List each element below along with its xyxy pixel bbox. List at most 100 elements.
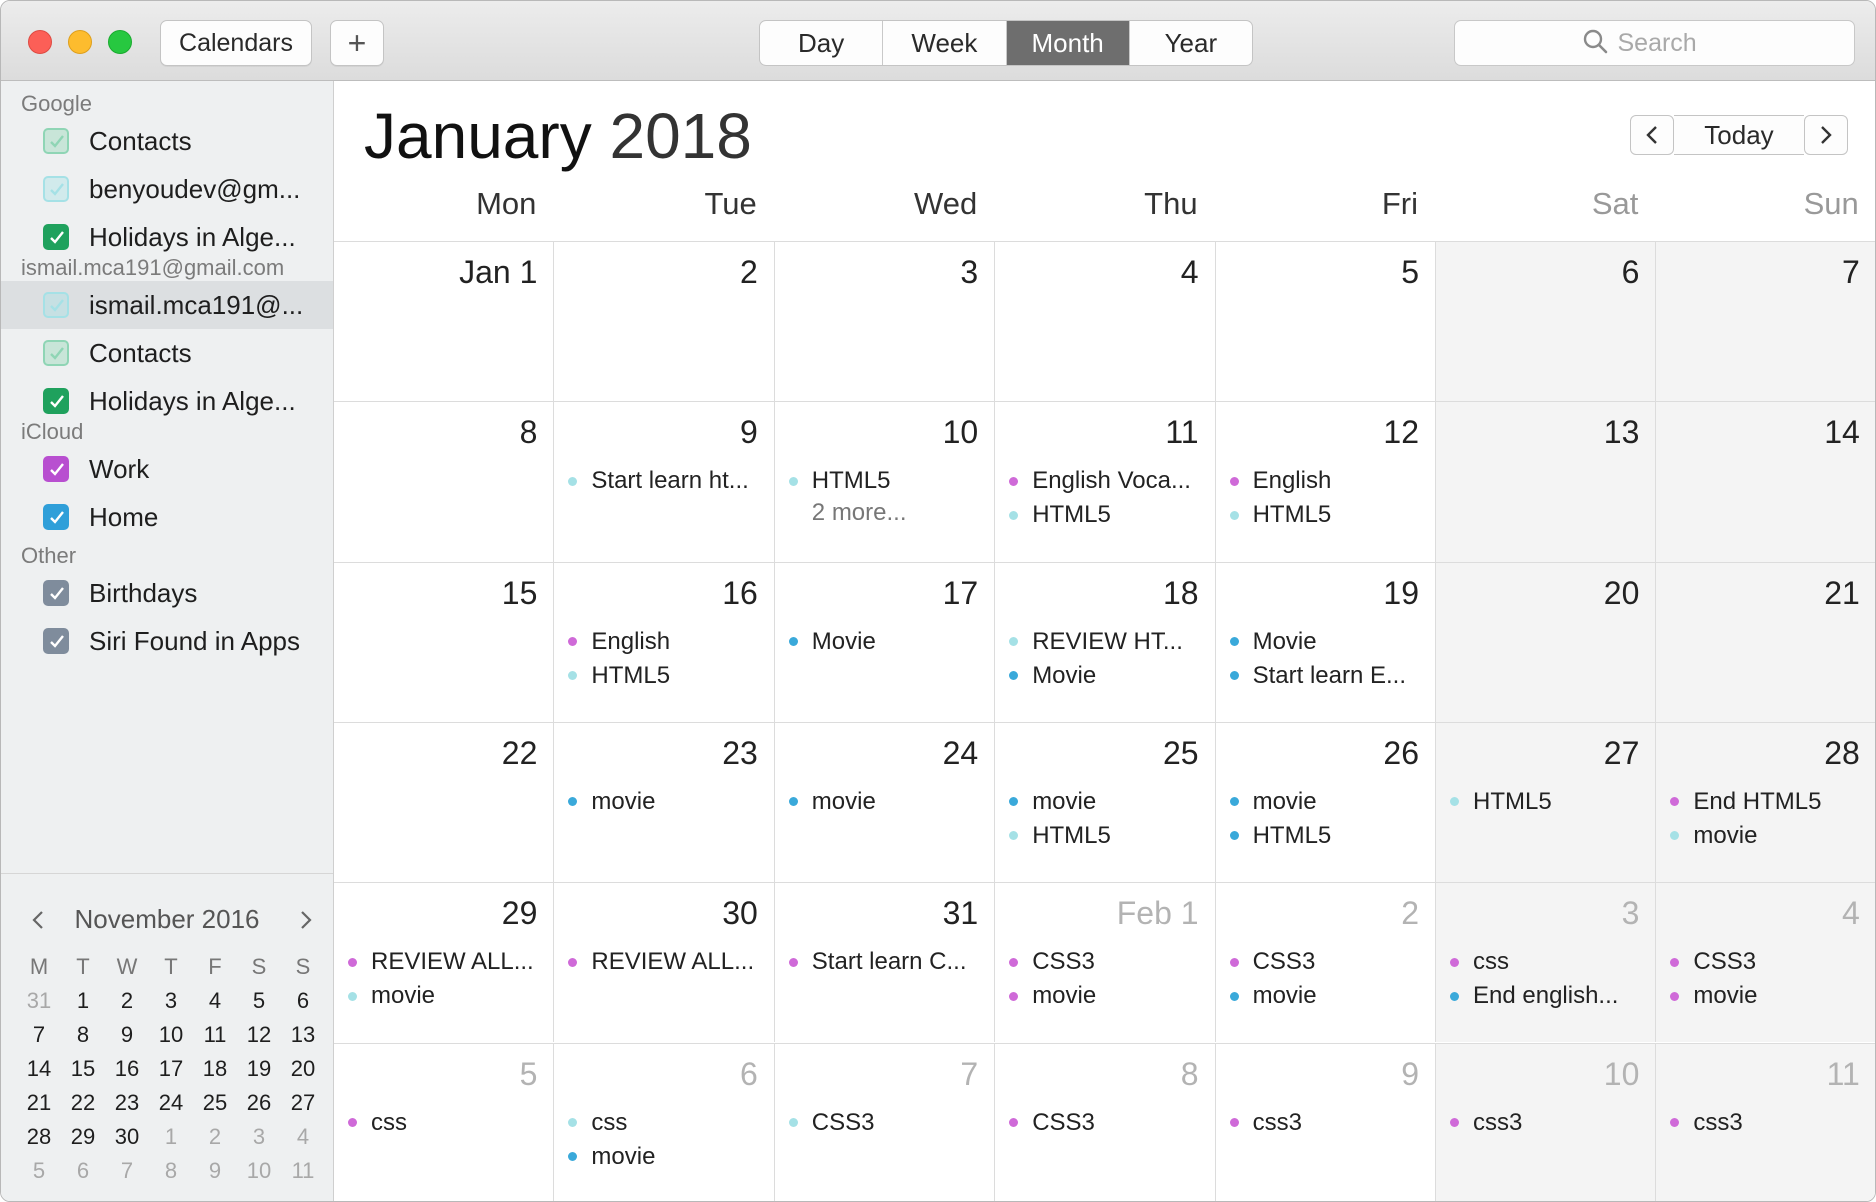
mini-calendar-day[interactable]: 8 [149, 1155, 193, 1187]
day-cell[interactable]: 7 CSS3 [774, 1042, 996, 1201]
day-cell[interactable]: 8 CSS3 [995, 1042, 1216, 1201]
next-month-button[interactable] [1804, 115, 1848, 155]
event-item[interactable]: Start learn ht... [564, 466, 765, 496]
day-cell[interactable]: 31 Start learn C... [774, 882, 996, 1043]
add-event-button[interactable]: + [330, 20, 384, 66]
day-cell[interactable]: 26 movie HTML5 [1215, 721, 1436, 883]
mini-calendar-day[interactable]: 25 [193, 1087, 237, 1119]
mini-calendar-day[interactable]: 16 [105, 1053, 149, 1085]
mini-calendar-day[interactable]: 19 [237, 1053, 281, 1085]
calendar-checkbox[interactable] [43, 456, 69, 482]
close-window-button[interactable] [28, 30, 52, 54]
day-cell[interactable]: 10 css3 [1436, 1042, 1657, 1201]
day-cell[interactable]: 2 [554, 241, 775, 402]
event-item[interactable]: movie [1226, 981, 1427, 1011]
calendar-checkbox[interactable] [43, 504, 69, 530]
mini-calendar-day[interactable]: 9 [193, 1155, 237, 1187]
mini-calendar-day[interactable]: 22 [61, 1087, 105, 1119]
today-button[interactable]: Today [1674, 115, 1804, 155]
calendar-item-work[interactable]: Work [1, 445, 333, 493]
minimize-window-button[interactable] [68, 30, 92, 54]
day-cell[interactable]: 6 css movie [554, 1042, 775, 1201]
calendar-checkbox[interactable] [43, 340, 69, 366]
event-item[interactable]: movie [1005, 787, 1206, 817]
event-item[interactable]: movie [1666, 821, 1867, 851]
calendar-item-holidays-in-alge[interactable]: Holidays in Alge... [1, 213, 333, 261]
day-cell[interactable]: 30 REVIEW ALL... [554, 882, 775, 1043]
calendar-item-holidays-in-alge[interactable]: Holidays in Alge... [1, 377, 333, 425]
day-cell[interactable]: 2 CSS3 movie [1215, 882, 1436, 1043]
mini-calendar-day[interactable]: 30 [105, 1121, 149, 1153]
day-cell[interactable]: 6 [1436, 241, 1657, 402]
view-day-button[interactable]: Day [760, 21, 884, 65]
mini-calendar-day[interactable]: 24 [149, 1087, 193, 1119]
event-item[interactable]: css [1446, 947, 1647, 977]
day-cell[interactable]: 22 [334, 721, 555, 883]
day-cell[interactable]: 11 css3 [1656, 1042, 1875, 1201]
event-item[interactable]: css [344, 1108, 545, 1138]
event-item[interactable]: End HTML5 [1666, 787, 1867, 817]
day-cell[interactable]: 17 Movie [774, 561, 996, 722]
mini-calendar-day[interactable]: 2 [193, 1121, 237, 1153]
mini-calendar-day[interactable]: 23 [105, 1087, 149, 1119]
search-field[interactable] [1454, 20, 1855, 66]
calendar-checkbox[interactable] [43, 292, 69, 318]
calendar-item-contacts[interactable]: Contacts [1, 117, 333, 165]
calendar-checkbox[interactable] [43, 128, 69, 154]
event-item[interactable]: HTML5 [1005, 500, 1206, 530]
day-cell[interactable]: 12 English HTML5 [1215, 401, 1436, 562]
event-item[interactable]: End english... [1446, 981, 1647, 1011]
day-cell[interactable]: 4 CSS3 movie [1656, 882, 1875, 1043]
mini-calendar-day[interactable]: 18 [193, 1053, 237, 1085]
event-item[interactable]: CSS3 [1226, 947, 1427, 977]
event-item[interactable]: REVIEW HT... [1005, 627, 1206, 657]
event-item[interactable]: movie [1666, 981, 1867, 1011]
event-item[interactable]: English [564, 627, 765, 657]
event-item[interactable]: Start learn E... [1226, 661, 1427, 691]
mini-calendar-day[interactable]: 3 [237, 1121, 281, 1153]
mini-calendar-day[interactable]: 4 [281, 1121, 325, 1153]
calendar-checkbox[interactable] [43, 176, 69, 202]
mini-calendar-day[interactable]: 5 [17, 1155, 61, 1187]
event-item[interactable]: English Voca... [1005, 466, 1206, 496]
mini-calendar-day[interactable]: 13 [281, 1019, 325, 1051]
day-cell[interactable]: 14 [1656, 401, 1875, 562]
event-item[interactable]: HTML5 [785, 466, 986, 496]
day-cell[interactable]: Feb 1 CSS3 movie [995, 882, 1216, 1043]
event-item[interactable]: Start learn C... [785, 947, 986, 977]
mini-next-month-button[interactable] [291, 900, 321, 940]
event-item[interactable]: movie [564, 1142, 765, 1172]
day-cell[interactable]: 5 css [334, 1042, 555, 1201]
mini-calendar-day[interactable]: 11 [193, 1019, 237, 1051]
day-cell[interactable]: 23 movie [554, 721, 775, 883]
event-item[interactable]: HTML5 [1005, 821, 1206, 851]
event-item[interactable]: css3 [1666, 1108, 1867, 1138]
previous-month-button[interactable] [1630, 115, 1674, 155]
day-cell[interactable]: 27 HTML5 [1436, 721, 1657, 883]
mini-calendar-day[interactable]: 1 [149, 1121, 193, 1153]
day-cell[interactable]: 10 HTML5 2 more... [774, 401, 996, 562]
mini-calendar-day[interactable]: 10 [149, 1019, 193, 1051]
mini-calendar-day[interactable]: 14 [17, 1053, 61, 1085]
day-cell[interactable]: 28 End HTML5 movie [1656, 721, 1875, 883]
day-cell[interactable]: 20 [1436, 561, 1657, 722]
day-cell[interactable]: 9 css3 [1215, 1042, 1436, 1201]
mini-calendar-day[interactable]: 5 [237, 985, 281, 1017]
event-item[interactable]: CSS3 [1005, 947, 1206, 977]
mini-calendar-day[interactable]: 10 [237, 1155, 281, 1187]
mini-calendar-day[interactable]: 8 [61, 1019, 105, 1051]
more-events-link[interactable]: 2 more... [785, 498, 986, 528]
mini-calendar-day[interactable]: 15 [61, 1053, 105, 1085]
event-item[interactable]: HTML5 [1226, 821, 1427, 851]
calendars-button[interactable]: Calendars [160, 20, 312, 66]
day-cell[interactable]: 19 Movie Start learn E... [1215, 561, 1436, 722]
day-cell[interactable]: 15 [334, 561, 555, 722]
search-input[interactable] [1617, 28, 1728, 58]
day-cell[interactable]: 11 English Voca... HTML5 [995, 401, 1216, 562]
day-cell[interactable]: 3 css End english... [1436, 882, 1657, 1043]
event-item[interactable]: Movie [1226, 627, 1427, 657]
day-cell[interactable]: 5 [1215, 241, 1436, 402]
calendar-item-ismail-mca191[interactable]: ismail.mca191@... [1, 281, 333, 329]
event-item[interactable]: HTML5 [1226, 500, 1427, 530]
event-item[interactable]: css [564, 1108, 765, 1138]
